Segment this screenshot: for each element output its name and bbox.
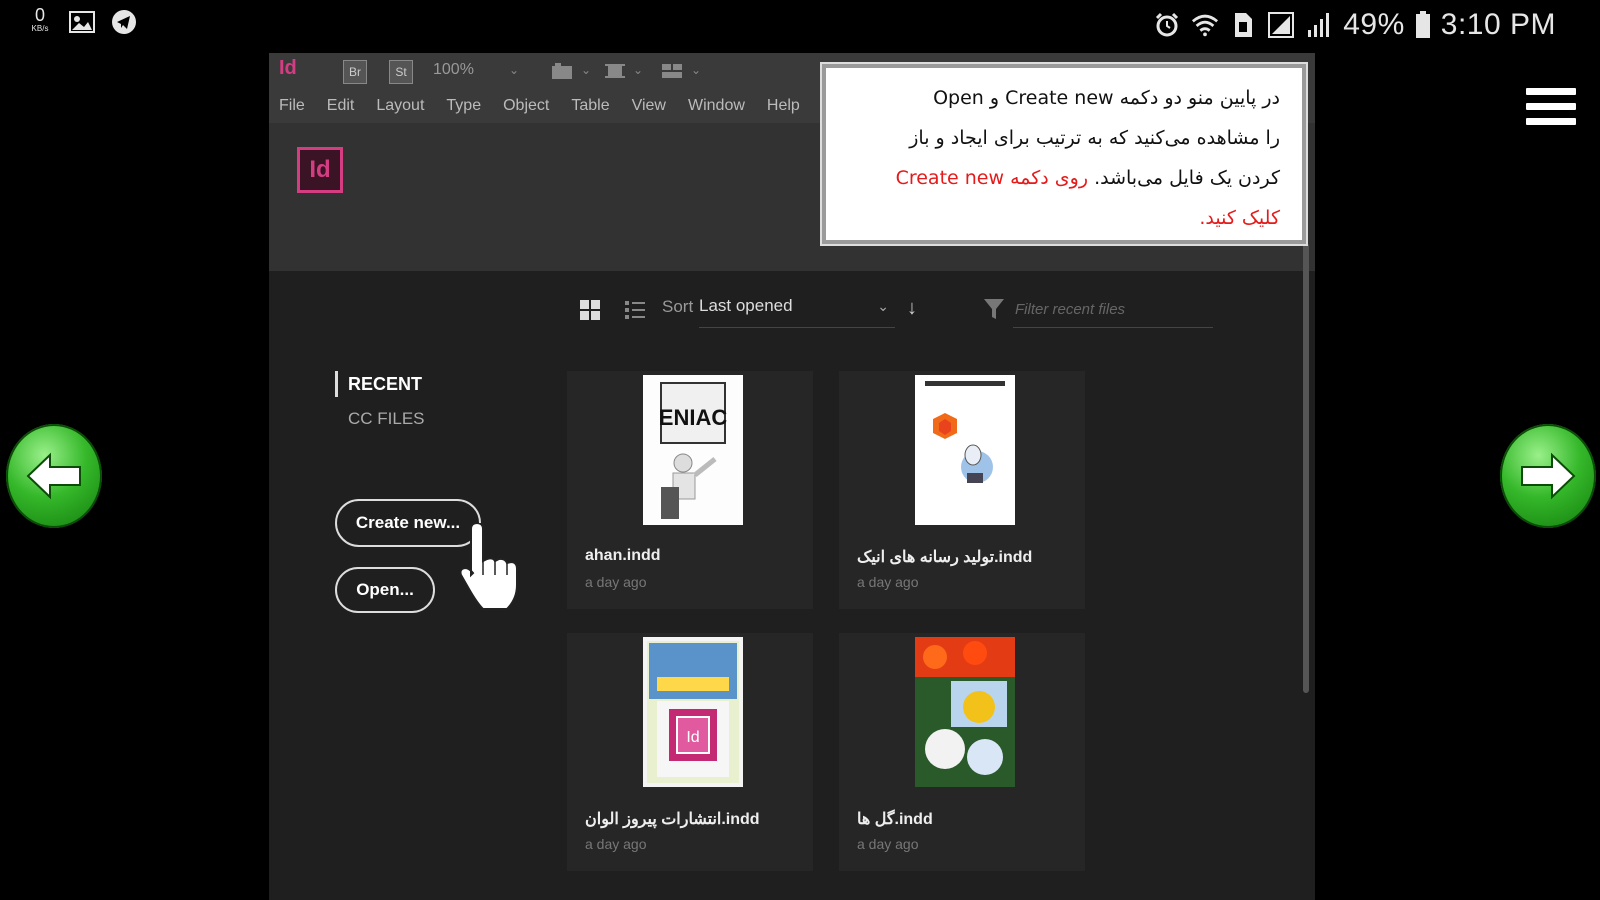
- menu-layout[interactable]: Layout: [366, 89, 436, 123]
- hamburger-menu-icon[interactable]: [1526, 88, 1576, 130]
- recent-file-card[interactable]: ENIAC ahan.indd a day ago: [567, 371, 813, 609]
- alarm-icon: [1153, 11, 1181, 39]
- hand-pointer-icon: [457, 521, 527, 613]
- grid-view-icon[interactable]: [579, 299, 601, 321]
- file-thumbnail: ENIAC: [643, 375, 743, 525]
- tooltip-line-3-highlight: روی دکمه Create new: [895, 167, 1089, 189]
- file-thumbnail: [915, 637, 1015, 787]
- file-name: تولید رسانه های انیک.indd: [857, 549, 1033, 566]
- file-date: a day ago: [585, 574, 647, 590]
- menu-window[interactable]: Window: [678, 89, 757, 123]
- tooltip-line-1: در پایین منو دو دکمه Create new و Open: [933, 87, 1280, 109]
- status-bar: 0 KB/s 49% 3:10 PM: [0, 0, 1600, 52]
- recent-file-card[interactable]: گل ها.indd a day ago: [839, 633, 1085, 871]
- image-icon: [68, 8, 96, 36]
- file-name: گل ها.indd: [857, 811, 933, 828]
- next-arrow-button[interactable]: [1500, 424, 1596, 528]
- list-view-icon[interactable]: [624, 299, 646, 321]
- sidebar-item-recent[interactable]: RECENT: [335, 371, 422, 397]
- previous-arrow-button[interactable]: [6, 424, 102, 528]
- menu-table[interactable]: Table: [561, 89, 621, 123]
- screen-mode-chevron-icon[interactable]: ⌄: [633, 63, 643, 77]
- sort-value: Last opened: [699, 296, 793, 315]
- file-date: a day ago: [585, 836, 647, 852]
- thumbnail-eniac-text: ENIAC: [659, 405, 728, 430]
- app-badge: Id: [279, 57, 297, 79]
- menu-help[interactable]: Help: [757, 89, 812, 123]
- arrow-right-icon: [1521, 452, 1576, 500]
- arrange-documents-icon[interactable]: [661, 62, 683, 80]
- telegram-icon: [110, 8, 138, 36]
- filter-input[interactable]: [1013, 291, 1213, 328]
- clock: 3:10 PM: [1440, 8, 1556, 41]
- arrange-chevron-icon[interactable]: ⌄: [691, 63, 701, 77]
- tooltip-line-3: کردن یک فایل می‌باشد. روی دکمه Create ne…: [848, 158, 1280, 198]
- sort-label: Sort: [662, 297, 694, 316]
- menu-file[interactable]: File: [269, 89, 317, 123]
- menu-view[interactable]: View: [622, 89, 678, 123]
- svg-text:Id: Id: [686, 729, 699, 746]
- zoom-chevron-down-icon[interactable]: ⌄: [509, 63, 519, 77]
- wifi-icon: [1191, 11, 1219, 39]
- battery-icon: [1415, 11, 1431, 39]
- menu-type[interactable]: Type: [436, 89, 493, 123]
- sim-icon: [1229, 11, 1257, 39]
- hamburger-line: [1526, 118, 1576, 125]
- file-thumbnail: Id: [643, 637, 743, 787]
- filter-icon: [983, 297, 1005, 321]
- status-left-icons: 0 KB/s: [26, 5, 138, 36]
- status-right-icons: 49% 3:10 PM: [1153, 8, 1556, 42]
- sort-dropdown[interactable]: Last opened ⌄: [699, 291, 895, 328]
- file-name: ahan.indd: [585, 547, 661, 564]
- view-options-icon[interactable]: [551, 62, 573, 80]
- battery-percent: 49%: [1343, 8, 1405, 41]
- zoom-level[interactable]: 100%: [433, 61, 474, 79]
- hamburger-line: [1526, 88, 1576, 95]
- file-name: انتشارات پیروز الوان.indd: [585, 811, 760, 828]
- stock-button[interactable]: St: [389, 60, 413, 84]
- bridge-button[interactable]: Br: [343, 60, 367, 84]
- signal-icon: [1267, 11, 1295, 39]
- open-button[interactable]: Open...: [335, 567, 435, 613]
- recent-file-card[interactable]: تولید رسانه های انیک.indd a day ago: [839, 371, 1085, 609]
- tooltip-line-3-text: کردن یک فایل می‌باشد.: [1094, 167, 1280, 189]
- menu-edit[interactable]: Edit: [317, 89, 367, 123]
- tooltip-line-4: کلیک کنید.: [1199, 207, 1280, 229]
- tooltip-line-2: را مشاهده می‌کنید که به ترتیب برای ایجاد…: [909, 127, 1280, 149]
- network-speed-value: 0: [34, 5, 45, 25]
- recent-file-card[interactable]: Id انتشارات پیروز الوان.indd a day ago: [567, 633, 813, 871]
- file-date: a day ago: [857, 574, 919, 590]
- arrow-left-icon: [26, 452, 81, 500]
- file-date: a day ago: [857, 836, 919, 852]
- tutorial-tooltip: در پایین منو دو دکمه Create new و Open ر…: [822, 64, 1306, 244]
- file-thumbnail: [915, 375, 1015, 525]
- view-options-chevron-icon[interactable]: ⌄: [581, 63, 591, 77]
- hamburger-line: [1526, 103, 1576, 110]
- sort-direction-arrow-icon[interactable]: ↓: [907, 297, 917, 320]
- network-speed-icon: 0 KB/s: [26, 5, 54, 36]
- screen-mode-icon[interactable]: [605, 62, 625, 80]
- menu-object[interactable]: Object: [493, 89, 561, 123]
- signal-bars-icon: [1305, 11, 1333, 39]
- scrollbar[interactable]: [1303, 243, 1309, 693]
- chevron-down-icon: ⌄: [877, 298, 889, 314]
- indesign-logo: Id: [297, 147, 343, 193]
- sidebar-item-cc-files[interactable]: CC FILES: [348, 409, 425, 429]
- network-speed-unit: KB/s: [31, 24, 49, 33]
